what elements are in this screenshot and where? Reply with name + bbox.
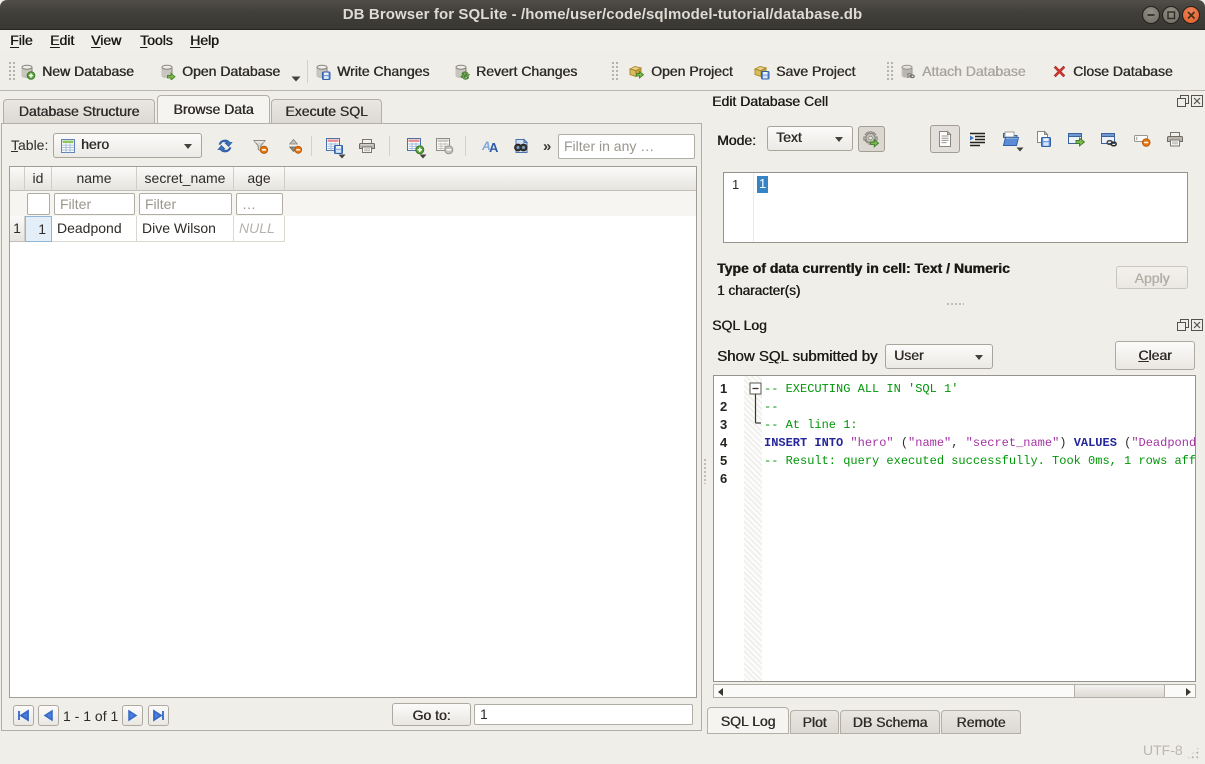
svg-text:A: A (489, 140, 499, 155)
